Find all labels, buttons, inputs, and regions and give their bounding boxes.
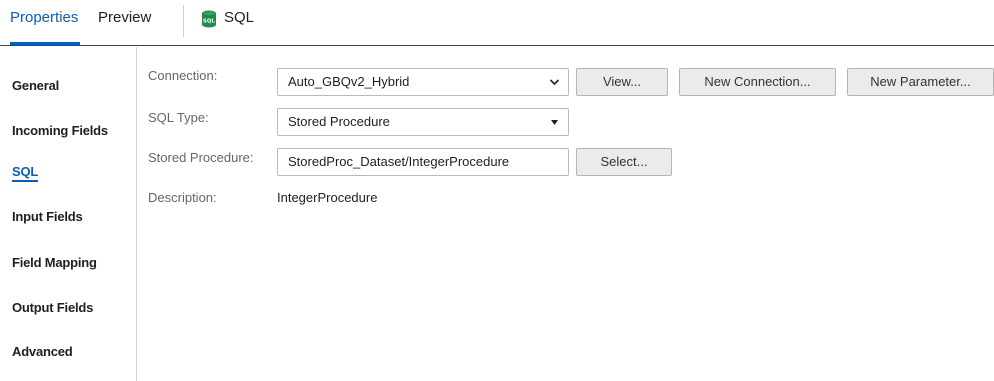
stored-procedure-value: StoredProc_Dataset/IntegerProcedure <box>288 154 510 169</box>
sidebar-item-advanced[interactable]: Advanced <box>12 344 73 359</box>
sidebar-item-general[interactable]: General <box>12 78 59 93</box>
svg-text:SQL: SQL <box>203 19 216 25</box>
sql-type-value: Stored Procedure <box>288 114 390 129</box>
sidebar-item-output-fields[interactable]: Output Fields <box>12 300 93 315</box>
connection-value: Auto_GBQv2_Hybrid <box>288 74 410 89</box>
sidebar-item-input-fields[interactable]: Input Fields <box>12 209 83 224</box>
sidebar-item-label: General <box>12 78 60 93</box>
tab-preview[interactable]: Preview <box>98 8 151 28</box>
connection-label: Connection: <box>148 68 218 83</box>
active-tab-indicator <box>10 42 80 45</box>
top-tab-bar: Properties Preview SQL SQL <box>0 0 994 46</box>
stored-procedure-label: Stored Procedure: <box>148 150 254 165</box>
sql-type-label: SQL Type: <box>148 110 209 125</box>
connection-select[interactable]: Auto_GBQv2_Hybrid <box>277 68 569 96</box>
new-parameter-button[interactable]: New Parameter... <box>847 68 994 96</box>
sidebar-item-label: SQL <box>12 164 38 182</box>
sidebar-item-sql[interactable]: SQL <box>12 164 38 182</box>
tab-divider <box>183 5 184 37</box>
stored-procedure-field[interactable]: StoredProc_Dataset/IntegerProcedure <box>277 148 569 176</box>
sidebar-item-field-mapping[interactable]: Field Mapping <box>12 255 97 270</box>
object-title: SQL <box>224 9 255 26</box>
view-connection-button[interactable]: View... <box>576 68 668 96</box>
sidebar-item-incoming-fields[interactable]: Incoming Fields <box>12 123 108 138</box>
description-value: IntegerProcedure <box>277 190 378 205</box>
sql-database-icon: SQL <box>202 10 216 28</box>
sidebar-item-label: Advanced <box>12 344 73 359</box>
sidebar-item-label: Incoming Fields <box>12 123 108 138</box>
sidebar-item-label: Output Fields <box>12 300 94 315</box>
sidebar-item-label: Field Mapping <box>12 255 97 270</box>
caret-down-icon <box>551 120 558 125</box>
sql-type-select[interactable]: Stored Procedure <box>277 108 569 136</box>
sidebar-item-label: Input Fields <box>12 209 83 224</box>
chevron-down-icon <box>549 79 560 86</box>
description-label: Description: <box>148 190 217 205</box>
new-connection-button[interactable]: New Connection... <box>679 68 836 96</box>
sidebar-nav: General Incoming Fields SQL Input Fields… <box>0 47 137 381</box>
select-procedure-button[interactable]: Select... <box>576 148 672 176</box>
tab-properties[interactable]: Properties <box>10 8 78 28</box>
